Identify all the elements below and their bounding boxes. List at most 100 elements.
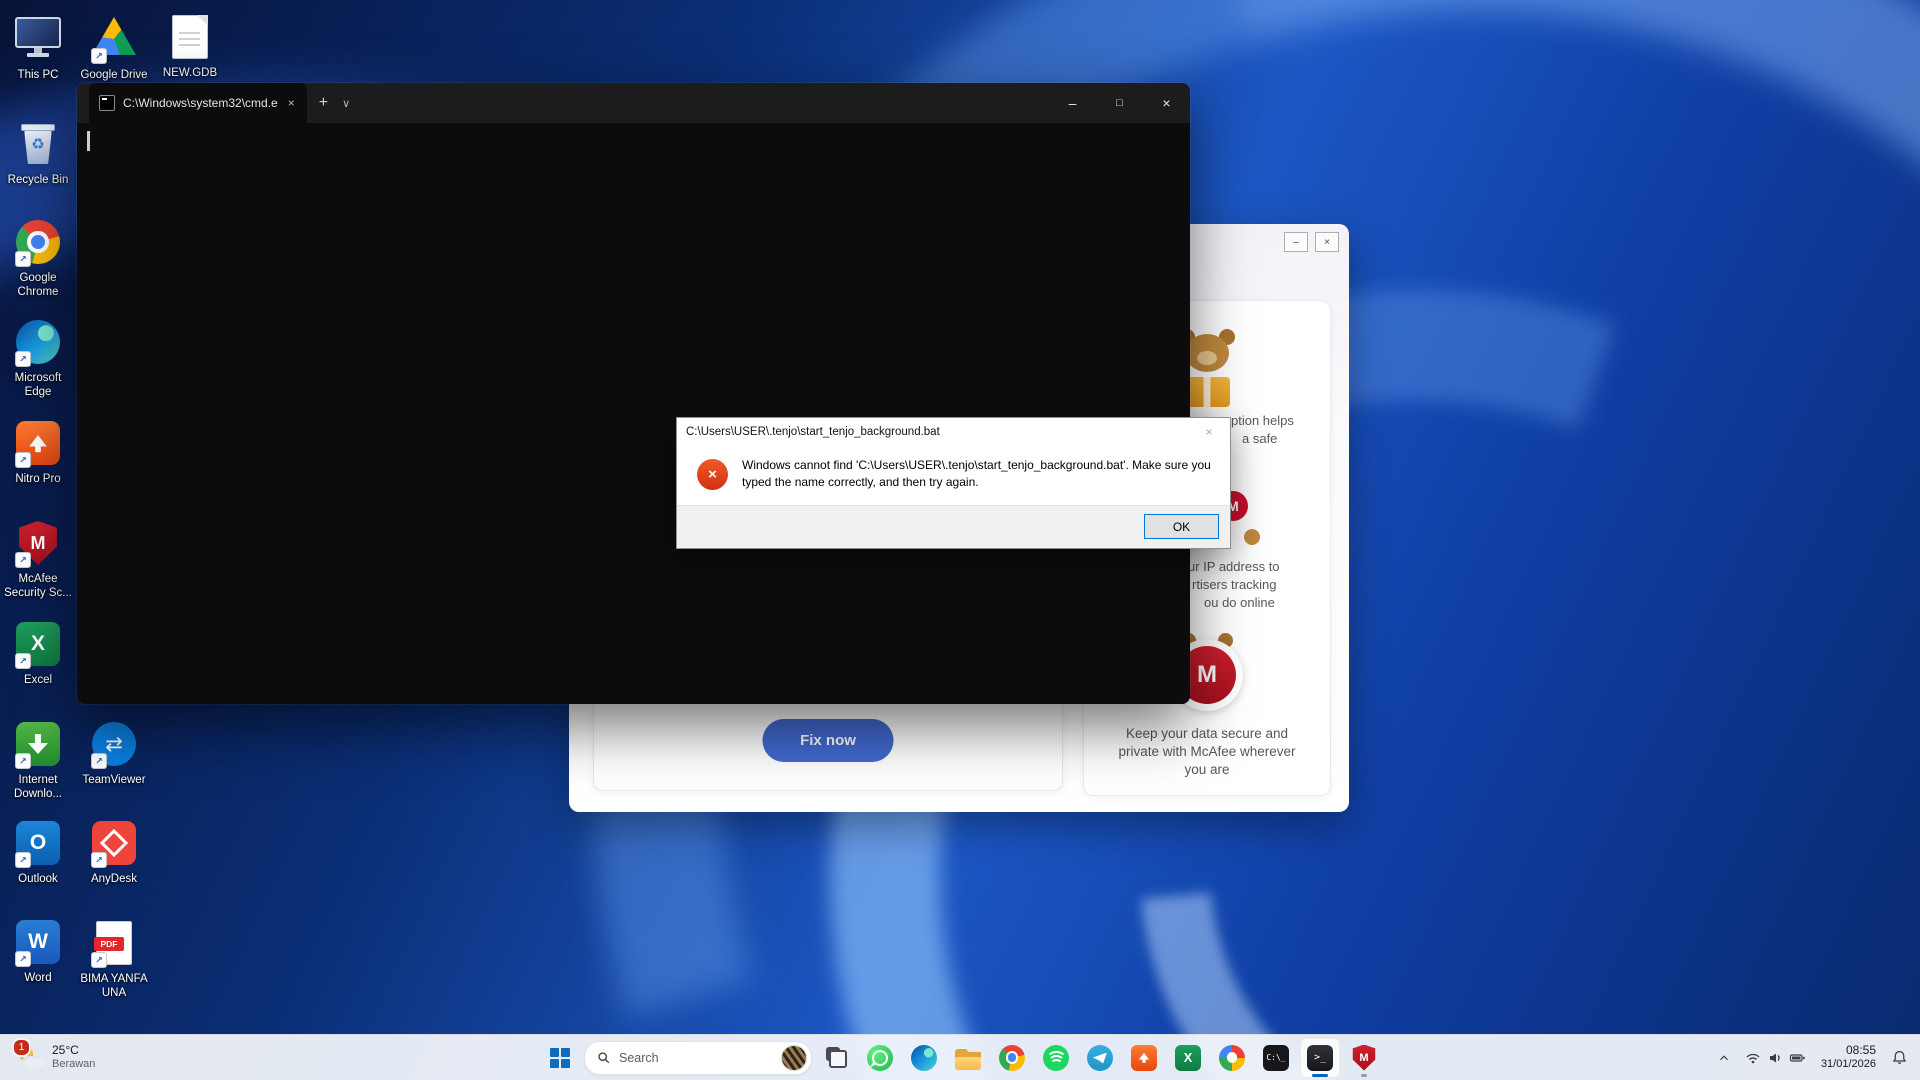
excel-icon: X: [1175, 1045, 1201, 1071]
task-view-icon: [826, 1047, 847, 1068]
desktop-icon-recycle-bin[interactable]: ♻ Recycle Bin: [0, 119, 76, 187]
shortcut-arrow-icon: ↗: [91, 753, 107, 769]
outlook-icon: O ↗: [14, 821, 62, 869]
spotify-button[interactable]: [1036, 1038, 1076, 1078]
desktop-icon-label: NEW.GDB: [152, 66, 228, 80]
chrome-button[interactable]: [992, 1038, 1032, 1078]
desktop-icon-anydesk[interactable]: ↗ AnyDesk: [76, 819, 152, 886]
desktop-icon-pdf-file[interactable]: PDF ↗ BIMA YANFA UNA: [76, 918, 152, 1001]
pdf-file-icon: PDF ↗: [90, 921, 138, 969]
wifi-icon: [1745, 1050, 1761, 1066]
edge-button[interactable]: [904, 1038, 944, 1078]
desktop-icon-excel[interactable]: X ↗ Excel: [0, 620, 76, 687]
cmd-button[interactable]: C:\_: [1256, 1038, 1296, 1078]
whatsapp-button[interactable]: [860, 1038, 900, 1078]
desktop-icon-label: BIMA YANFA UNA: [76, 972, 152, 1001]
google-app-icon: [1219, 1045, 1245, 1071]
desktop-icon-microsoft-edge[interactable]: ↗ Microsoft Edge: [0, 318, 76, 400]
task-view-button[interactable]: [816, 1038, 856, 1078]
dialog-close-icon[interactable]: ×: [1188, 418, 1230, 446]
desktop-icon-outlook[interactable]: O ↗ Outlook: [0, 819, 76, 886]
terminal-tab[interactable]: C:\Windows\system32\cmd.e ×: [89, 83, 307, 123]
desktop-icon-google-chrome[interactable]: ↗ Google Chrome: [0, 218, 76, 300]
desktop-icon-word[interactable]: W ↗ Word: [0, 918, 76, 985]
mcafee-shield-icon: M ↗: [14, 521, 62, 569]
terminal-content[interactable]: [77, 123, 1190, 704]
shortcut-arrow-icon: ↗: [15, 552, 31, 568]
error-dialog: C:\Users\USER\.tenjo\start_tenjo_backgro…: [676, 417, 1231, 549]
new-tab-button[interactable]: +: [319, 94, 328, 112]
desktop-icon-label: Internet Downlo...: [0, 773, 76, 802]
dialog-titlebar[interactable]: C:\Users\USER\.tenjo\start_tenjo_backgro…: [677, 418, 1230, 446]
tray-overflow-button[interactable]: [1711, 1040, 1737, 1076]
mcafee-close-button[interactable]: ×: [1315, 232, 1339, 252]
desktop: This PC ↗ Google Drive NEW.GDB ♻ Recycle…: [0, 0, 1920, 1080]
desktop-icon-teamviewer[interactable]: ⇄ ↗ TeamViewer: [76, 720, 152, 787]
file-explorer-button[interactable]: [948, 1038, 988, 1078]
ok-button[interactable]: OK: [1144, 514, 1219, 539]
tab-dropdown-icon[interactable]: ∨: [342, 97, 350, 110]
terminal-titlebar[interactable]: C:\Windows\system32\cmd.e × + ∨ – □ ×: [77, 83, 1190, 123]
desktop-icon-new-gdb[interactable]: NEW.GDB: [152, 12, 228, 80]
weather-temperature: 25°C: [52, 1044, 95, 1058]
terminal-icon: >_: [1307, 1045, 1333, 1071]
terminal-tab-title: C:\Windows\system32\cmd.e: [123, 96, 278, 110]
search-input[interactable]: Search: [584, 1041, 812, 1075]
taskbar-clock[interactable]: 08:55 31/01/2026: [1814, 1043, 1883, 1072]
shortcut-arrow-icon: ↗: [15, 351, 31, 367]
desktop-icon-google-drive[interactable]: ↗ Google Drive: [76, 12, 152, 82]
weather-widget[interactable]: 1 25°C Berawan: [8, 1035, 105, 1080]
clock-date: 31/01/2026: [1821, 1058, 1876, 1072]
idm-icon: ↗: [14, 722, 62, 770]
terminal-button[interactable]: >_: [1300, 1038, 1340, 1078]
shortcut-arrow-icon: ↗: [91, 852, 107, 868]
recycle-symbol-icon: ♻: [20, 135, 56, 153]
edge-icon: [911, 1045, 937, 1071]
desktop-icon-label: This PC: [0, 68, 76, 82]
start-button[interactable]: [540, 1038, 580, 1078]
google-app-button[interactable]: [1212, 1038, 1252, 1078]
nitro-button[interactable]: [1124, 1038, 1164, 1078]
card-text-fragment: a safe: [1242, 431, 1277, 446]
card-text-fragment: ou do online: [1204, 595, 1275, 610]
search-placeholder: Search: [619, 1051, 659, 1065]
notification-center-button[interactable]: [1885, 1040, 1914, 1076]
excel-icon: X ↗: [14, 622, 62, 670]
nitro-icon: [1131, 1045, 1157, 1071]
terminal-window: C:\Windows\system32\cmd.e × + ∨ – □ ×: [77, 83, 1190, 704]
mcafee-button[interactable]: M: [1344, 1038, 1384, 1078]
desktop-icon-idm[interactable]: ↗ Internet Downlo...: [0, 720, 76, 802]
desktop-icon-this-pc[interactable]: This PC: [0, 12, 76, 82]
mcafee-shield-icon: M: [1352, 1045, 1377, 1071]
desktop-icon-label: Outlook: [0, 872, 76, 886]
cmd-tab-icon: [99, 95, 115, 111]
teamviewer-icon: ⇄ ↗: [90, 722, 138, 770]
desktop-icon-label: Excel: [0, 673, 76, 687]
recycle-bin-icon: ♻: [14, 122, 62, 170]
desktop-icon-mcafee[interactable]: M ↗ McAfee Security Sc...: [0, 519, 76, 601]
card-text-fragment: ur IP address to: [1188, 559, 1280, 574]
nitro-icon: ↗: [14, 421, 62, 469]
telegram-icon: [1087, 1045, 1113, 1071]
document-icon: [166, 15, 214, 63]
battery-icon: [1789, 1050, 1806, 1066]
google-drive-icon: ↗: [90, 17, 138, 65]
quick-settings-button[interactable]: [1739, 1040, 1812, 1076]
shortcut-arrow-icon: ↗: [91, 952, 107, 968]
desktop-icon-nitro-pro[interactable]: ↗ Nitro Pro: [0, 419, 76, 486]
telegram-button[interactable]: [1080, 1038, 1120, 1078]
chrome-icon: [999, 1045, 1025, 1071]
edge-icon: ↗: [14, 320, 62, 368]
close-button[interactable]: ×: [1143, 83, 1190, 123]
tab-close-icon[interactable]: ×: [286, 96, 297, 110]
maximize-button[interactable]: □: [1096, 83, 1143, 123]
shortcut-arrow-icon: ↗: [15, 951, 31, 967]
desktop-icon-label: Microsoft Edge: [0, 371, 76, 400]
excel-button[interactable]: X: [1168, 1038, 1208, 1078]
fix-now-button[interactable]: Fix now: [763, 719, 894, 762]
mcafee-minimize-button[interactable]: –: [1284, 232, 1308, 252]
minimize-button[interactable]: –: [1049, 83, 1096, 123]
shortcut-arrow-icon: ↗: [15, 753, 31, 769]
desktop-icon-label: Nitro Pro: [0, 472, 76, 486]
whatsapp-icon: [867, 1045, 893, 1071]
